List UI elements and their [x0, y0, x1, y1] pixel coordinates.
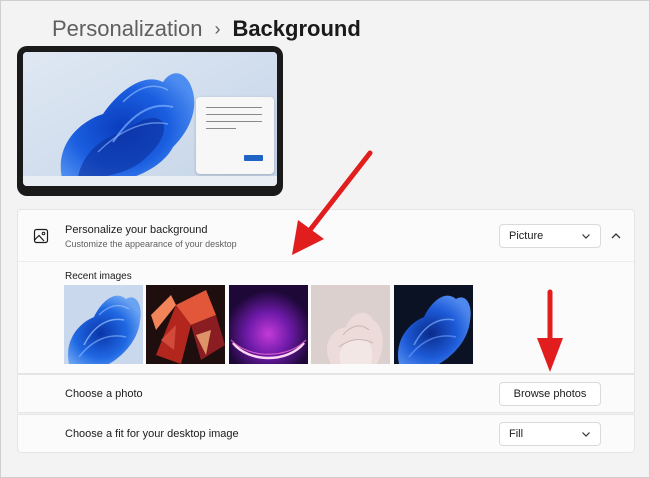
background-type-dropdown[interactable]: Picture: [499, 224, 601, 248]
fit-label: Choose a fit for your desktop image: [65, 428, 239, 440]
fit-row: Choose a fit for your desktop image Fill: [17, 414, 635, 453]
preview-screen: [23, 52, 277, 186]
choose-photo-row: Choose a photo Browse photos: [17, 374, 635, 413]
page-title: Background: [232, 16, 361, 41]
choose-photo-label: Choose a photo: [65, 388, 143, 400]
recent-image-thumbnail[interactable]: [146, 285, 225, 364]
preview-text-line: [206, 128, 236, 129]
personalize-subtitle: Customize the appearance of your desktop: [65, 239, 237, 249]
recent-image-thumbnail[interactable]: [64, 285, 143, 364]
personalize-background-row[interactable]: Personalize your background Customize th…: [18, 210, 634, 262]
chevron-up-icon[interactable]: [609, 229, 623, 243]
chevron-down-icon: [582, 432, 590, 437]
preview-window: [196, 97, 274, 174]
recent-images-label: Recent images: [65, 271, 132, 282]
desktop-preview: [17, 46, 283, 196]
recent-image-thumbnail[interactable]: [394, 285, 473, 364]
browse-photos-button[interactable]: Browse photos: [499, 382, 601, 406]
preview-button: [244, 155, 263, 161]
fit-dropdown[interactable]: Fill: [499, 422, 601, 446]
breadcrumb: Personalization › Background: [52, 14, 361, 44]
breadcrumb-separator: ›: [214, 18, 221, 39]
preview-taskbar: [23, 176, 277, 186]
preview-text-line: [206, 121, 262, 122]
recent-image-thumbnail[interactable]: [229, 285, 308, 364]
background-type-value: Picture: [509, 230, 544, 242]
image-icon: [33, 228, 49, 244]
chevron-down-icon: [582, 234, 590, 239]
breadcrumb-personalization[interactable]: Personalization: [52, 16, 202, 42]
personalize-background-card: Personalize your background Customize th…: [17, 209, 635, 374]
personalize-title: Personalize your background: [65, 224, 208, 236]
recent-image-thumbnail[interactable]: [311, 285, 390, 364]
fit-value: Fill: [509, 428, 524, 440]
preview-text-line: [206, 107, 262, 108]
preview-text-line: [206, 114, 262, 115]
